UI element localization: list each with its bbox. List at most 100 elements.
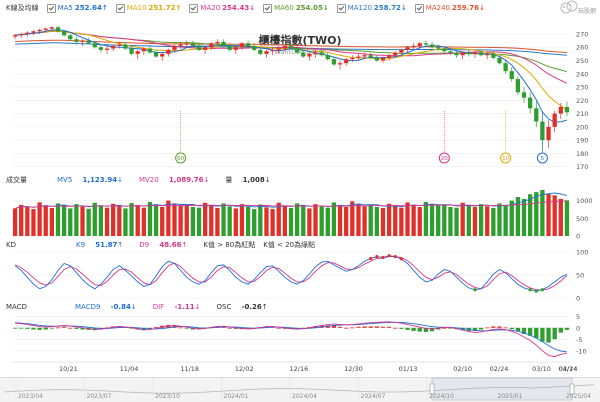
volume-bar [25, 206, 30, 236]
volume-bar [527, 194, 533, 236]
candle-body [215, 41, 220, 44]
candle-body [411, 45, 416, 48]
volume-bar [491, 208, 496, 236]
volume-bar [350, 201, 355, 236]
candle-body [362, 55, 367, 57]
volume-bar [37, 202, 42, 236]
candle-body [276, 48, 281, 50]
volume-bar [368, 204, 373, 236]
osc-bar [399, 327, 404, 329]
kd-red-dot [369, 256, 373, 261]
osc-bar [497, 326, 502, 328]
candle-body [227, 45, 232, 50]
navigator-date-label: 2024/04 [292, 393, 317, 400]
volume-bar [74, 204, 79, 236]
candle-body [233, 47, 238, 50]
volume-bar [337, 205, 343, 236]
volume-bar [307, 208, 312, 236]
volume-bar [239, 204, 245, 236]
volume-bar [546, 193, 551, 236]
kd-red-dot [387, 254, 391, 258]
osc-bar [184, 327, 189, 329]
volume-bar [399, 207, 404, 236]
candle-body [331, 59, 337, 65]
osc-bar [546, 327, 551, 343]
osc-bar [368, 326, 373, 328]
candle-body [117, 44, 122, 46]
candle-body [319, 52, 324, 56]
x-date-label: 01/13 [399, 365, 418, 373]
osc-bar [55, 327, 61, 329]
candle-body [190, 43, 196, 46]
kd-red-dot [399, 257, 403, 261]
osc-bar [356, 326, 361, 328]
osc-bar [491, 326, 496, 328]
volume-bar [417, 206, 422, 236]
volume-bar [111, 203, 116, 236]
candle-body [460, 52, 465, 56]
candle-body [558, 106, 563, 114]
candle-body [43, 28, 48, 30]
kd-green-dot [540, 288, 545, 292]
price-axis-tick-label: 260 [576, 44, 588, 52]
candle-body [356, 56, 361, 58]
volume-bar [123, 208, 128, 236]
navigator-date-label: 2024/10 [429, 393, 454, 400]
volume-bar [61, 205, 67, 236]
osc-bar [344, 327, 349, 329]
osc-bar [534, 327, 539, 339]
volume-bar [104, 207, 110, 236]
volume-bar [356, 204, 361, 236]
candle-body [37, 29, 42, 32]
price-axis-tick-label: 250 [576, 57, 588, 65]
volume-bar [325, 207, 330, 236]
volume-bar [245, 206, 251, 236]
volume-bar [172, 204, 177, 236]
candle-body [12, 35, 18, 37]
candle-body [104, 48, 110, 50]
candle-body [509, 71, 514, 80]
volume-bar [160, 206, 165, 236]
osc-bar [564, 327, 570, 330]
candle-body [527, 97, 533, 109]
osc-bar [74, 327, 79, 329]
candle-body [92, 43, 97, 48]
osc-bar [386, 326, 392, 328]
candle-body [393, 52, 398, 56]
candle-body [491, 53, 496, 58]
navigator-date-label: 2025/04 [566, 393, 591, 400]
candle-body [564, 106, 570, 113]
volume-bar [43, 205, 48, 236]
macd-axis-tick-label: -10 [576, 347, 587, 355]
volume-bar [135, 205, 140, 236]
volume-bar [203, 202, 208, 236]
candle-body [368, 55, 373, 58]
candle-body [221, 41, 226, 46]
osc-bar [337, 326, 343, 328]
candle-body [436, 47, 441, 49]
candle-body [55, 27, 61, 32]
ma-marker-label: 10 [502, 156, 509, 162]
kd-green-dot [534, 289, 538, 293]
volume-bar [129, 203, 134, 236]
macd-axis-tick-label: -5 [576, 336, 582, 344]
x-date-label: 10/21 [59, 365, 78, 373]
candle-body [196, 45, 202, 50]
navigator-date-label: 2023/07 [87, 393, 112, 400]
osc-bar [478, 327, 484, 330]
candle-body [239, 43, 245, 48]
x-date-label: 03/10 [532, 365, 551, 373]
kd-red-dot [375, 255, 379, 259]
mv20-line [14, 200, 567, 209]
ma-marker-label: 20 [441, 156, 448, 162]
osc-bar [276, 327, 281, 329]
volume-bar [497, 203, 502, 236]
candle-body [546, 126, 551, 141]
navigator-date-label: 2023/04 [18, 393, 43, 400]
volume-bar [252, 209, 257, 236]
volume-bar [540, 190, 545, 236]
osc-bar [178, 327, 183, 329]
volume-bar [558, 198, 563, 236]
candle-body [31, 31, 36, 33]
x-date-label: 11/18 [180, 365, 199, 373]
